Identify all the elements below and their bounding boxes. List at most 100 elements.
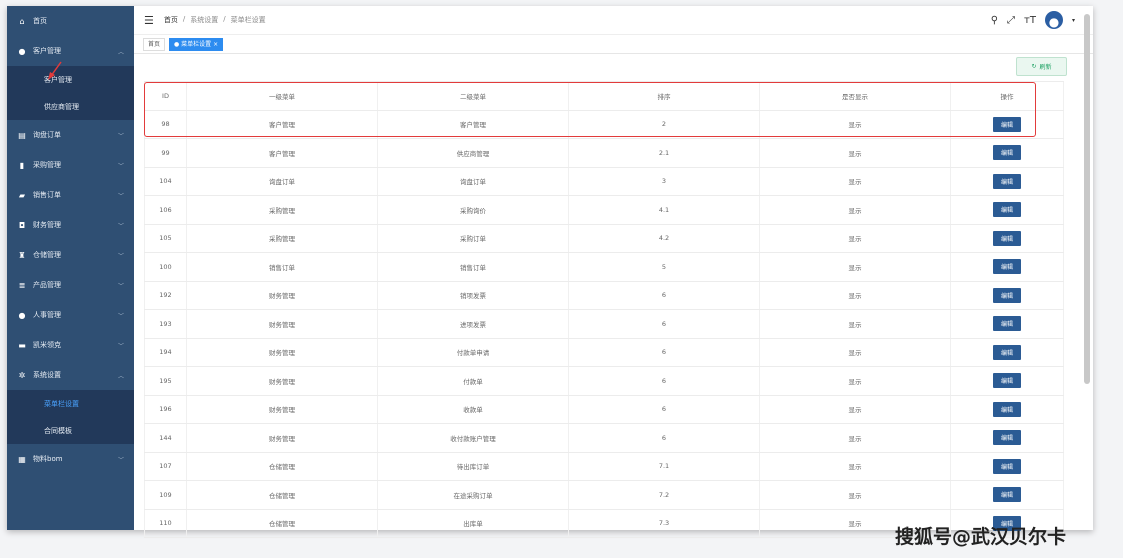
tags-view: 首页 ● 菜单栏设置 ×	[134, 34, 1093, 54]
car-icon: ▬	[18, 340, 26, 350]
cell-id: 194	[144, 338, 187, 366]
table-row: 196 财务管理 收款单 6 显示 编辑	[144, 395, 1064, 424]
cell-secondary-menu: 供应商管理	[378, 139, 569, 167]
edit-button[interactable]: 编辑	[993, 145, 1021, 161]
edit-button[interactable]: 编辑	[993, 316, 1021, 332]
breadcrumb-item[interactable]: 系统设置	[190, 15, 218, 25]
cell-visible: 显示	[760, 110, 951, 138]
cell-secondary-menu: 进项发票	[378, 310, 569, 338]
tag-menu-settings[interactable]: ● 菜单栏设置 ×	[169, 37, 224, 51]
breadcrumb-item: 菜单栏设置	[230, 16, 266, 24]
edit-button[interactable]: 编辑	[993, 259, 1021, 275]
edit-button[interactable]: 编辑	[993, 458, 1021, 474]
cell-primary-menu: 销售订单	[187, 253, 378, 281]
edit-button[interactable]: 编辑	[993, 202, 1021, 218]
edit-button[interactable]: 编辑	[993, 373, 1021, 389]
cell-sort: 7.3	[569, 509, 760, 537]
sidebar-item-inquiry[interactable]: ▤ 询盘订单 ﹀	[7, 120, 134, 150]
sidebar-item-purchase[interactable]: ▮ 采购管理 ﹀	[7, 150, 134, 180]
fullscreen-icon[interactable]: ⤢	[1007, 15, 1015, 26]
font-size-icon[interactable]: ᴛT	[1024, 15, 1036, 26]
sidebar-subitem-menu-settings[interactable]: 菜单栏设置	[7, 390, 134, 417]
cell-id: 195	[144, 367, 187, 395]
edit-button[interactable]: 编辑	[993, 287, 1021, 303]
top-bar: ☰ 首页 / 系统设置 / 菜单栏设置 ⚲ ⤢ ᴛT ● ▾	[134, 6, 1093, 34]
sidebar-item-product[interactable]: ≣ 产品管理 ﹀	[7, 270, 134, 300]
sidebar-item-label: 销售订单	[33, 191, 61, 199]
cell-id: 144	[144, 424, 187, 452]
sidebar-subitem-contract-template[interactable]: 合同模板	[7, 417, 134, 444]
table-row: 194 财务管理 付款单申请 6 显示 编辑	[144, 338, 1064, 367]
breadcrumb-item[interactable]: 首页	[164, 15, 178, 25]
cell-secondary-menu: 收款单	[378, 395, 569, 423]
sidebar-item-sales[interactable]: ▰ 销售订单 ﹀	[7, 180, 134, 210]
cell-visible: 显示	[760, 253, 951, 281]
sidebar-item-bom[interactable]: ▦ 物料bom ﹀	[7, 444, 134, 474]
sidebar-item-hr[interactable]: ● 人事管理 ﹀	[7, 300, 134, 330]
cell-id: 104	[144, 167, 187, 195]
cell-id: 109	[144, 481, 187, 509]
table-row: 105 采购管理 采购订单 4.2 显示 编辑	[144, 224, 1064, 253]
sidebar-subitem-supplier[interactable]: 供应商管理	[7, 93, 134, 120]
cell-id: 99	[144, 139, 187, 167]
sidebar-item-finance[interactable]: ◘ 财务管理 ﹀	[7, 210, 134, 240]
chevron-down-icon: ﹀	[117, 163, 124, 170]
sidebar-item-label: 首页	[33, 17, 47, 25]
table-header-row: ID 一级菜单 二级菜单 排序 是否显示 操作	[144, 81, 1064, 111]
cell-action: 编辑	[951, 338, 1064, 366]
sidebar-item-customer[interactable]: ● 客户管理 ︿	[7, 36, 134, 66]
sidebar-submenu-system: 菜单栏设置 合同模板	[7, 390, 134, 444]
cell-id: 110	[144, 509, 187, 537]
avatar[interactable]: ●	[1044, 11, 1063, 29]
sidebar-item-label: 菜单栏设置	[44, 399, 79, 408]
cell-sort: 2.1	[569, 139, 760, 167]
cell-id: 107	[144, 452, 187, 480]
edit-button[interactable]: 编辑	[993, 401, 1021, 417]
edit-button[interactable]: 编辑	[993, 344, 1021, 360]
sidebar-item-home[interactable]: ⌂ 首页	[7, 6, 134, 36]
refresh-icon: ↻	[1031, 63, 1037, 70]
edit-button[interactable]: 编辑	[993, 116, 1021, 132]
chevron-up-icon: ︿	[117, 49, 124, 56]
edit-button[interactable]: 编辑	[993, 487, 1021, 503]
caret-down-icon[interactable]: ▾	[1072, 17, 1075, 24]
table-row: 107 仓储管理 待出库订单 7.1 显示 编辑	[144, 452, 1064, 481]
edit-button[interactable]: 编辑	[993, 430, 1021, 446]
cell-action: 编辑	[951, 481, 1064, 509]
cell-visible: 显示	[760, 310, 951, 338]
edit-button[interactable]: 编辑	[993, 173, 1021, 189]
cell-action: 编辑	[951, 395, 1064, 423]
breadcrumb-separator: /	[223, 15, 226, 23]
sidebar-item-system[interactable]: ✲ 系统设置 ︿	[7, 360, 134, 390]
breadcrumb-separator: /	[182, 15, 186, 23]
cell-secondary-menu: 采购订单	[378, 224, 569, 252]
user-icon: ●	[18, 46, 26, 56]
cell-sort: 5	[569, 253, 760, 281]
search-icon[interactable]: ⚲	[991, 15, 998, 26]
scrollbar[interactable]	[1084, 14, 1090, 384]
wallet-icon: ◘	[18, 220, 26, 230]
sidebar-subitem-customer[interactable]: 客户管理	[7, 66, 134, 93]
cell-primary-menu: 仓储管理	[187, 509, 378, 537]
menu-toggle-icon[interactable]: ☰	[144, 14, 154, 27]
list-icon: ▤	[18, 130, 26, 140]
column-header-action: 操作	[951, 82, 1064, 110]
table-row: 104 询盘订单 询盘订单 3 显示 编辑	[144, 167, 1064, 196]
chevron-down-icon: ﹀	[117, 253, 124, 260]
sidebar-item-kaimi[interactable]: ▬ 凯米领克 ﹀	[7, 330, 134, 360]
cell-sort: 6	[569, 310, 760, 338]
sidebar-item-label: 合同模板	[44, 426, 72, 435]
cell-primary-menu: 采购管理	[187, 196, 378, 224]
cell-action: 编辑	[951, 196, 1064, 224]
tag-home[interactable]: 首页	[143, 37, 166, 51]
table-row: 106 采购管理 采购询价 4.1 显示 编辑	[144, 196, 1064, 225]
column-header-sort: 排序	[569, 82, 760, 110]
cell-visible: 显示	[760, 139, 951, 167]
refresh-button[interactable]: ↻ 刷新	[1016, 57, 1067, 76]
cell-visible: 显示	[760, 395, 951, 423]
table-body: 98 客户管理 客户管理 2 显示 编辑 99 客户管理 供应商管理 2.1 显示 编辑 104 询盘订单…	[144, 110, 1064, 538]
sidebar-item-warehouse[interactable]: ♜ 仓储管理 ﹀	[7, 240, 134, 270]
edit-button[interactable]: 编辑	[993, 230, 1021, 246]
cell-primary-menu: 财务管理	[187, 310, 378, 338]
chevron-down-icon: ﹀	[117, 193, 124, 200]
